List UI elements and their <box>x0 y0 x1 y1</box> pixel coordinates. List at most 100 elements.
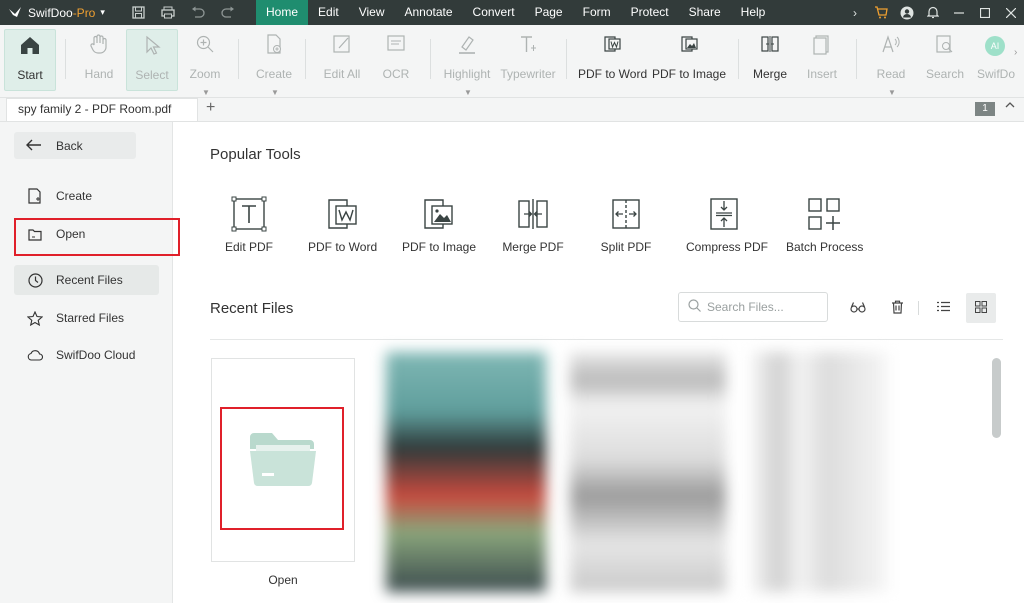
notification-bell-icon[interactable] <box>920 0 946 25</box>
list-view-button[interactable] <box>928 293 958 323</box>
menu-edit[interactable]: Edit <box>308 0 349 25</box>
search-placeholder: Search Files... <box>707 300 784 314</box>
pdf-to-word-icon <box>324 196 360 232</box>
tool-split-pdf[interactable]: Split PDF <box>596 196 656 254</box>
redo-icon[interactable] <box>220 5 236 21</box>
menu-share[interactable]: Share <box>679 0 731 25</box>
insert-page-icon <box>800 33 844 63</box>
select-tool-button[interactable]: Select <box>126 29 178 91</box>
recent-file-thumbnail[interactable] <box>752 352 888 592</box>
close-icon[interactable] <box>998 0 1024 25</box>
add-tab-icon[interactable]: + <box>206 99 215 117</box>
start-button[interactable]: Start <box>4 29 56 91</box>
tool-batch-process[interactable]: Batch Process <box>786 196 864 254</box>
maximize-icon[interactable] <box>972 0 998 25</box>
tool-pdf-to-word[interactable]: PDF to Word <box>308 196 377 254</box>
save-icon[interactable] <box>130 5 146 21</box>
sidebar-item-label: Starred Files <box>56 311 125 325</box>
menu-help[interactable]: Help <box>731 0 776 25</box>
collapse-ribbon-chevron-icon[interactable] <box>1005 101 1015 112</box>
app-logo[interactable]: SwifDoo -Pro ▾ <box>0 6 120 20</box>
highlighter-icon <box>440 33 494 63</box>
recent-file-thumbnail[interactable] <box>386 352 546 592</box>
sidebar-item-recent-files[interactable]: Recent Files <box>14 265 159 295</box>
hand-tool-button[interactable]: Hand <box>76 29 122 91</box>
menu-home[interactable]: Home <box>256 0 309 25</box>
user-account-icon[interactable] <box>894 0 920 25</box>
swifdoo-ai-button[interactable]: AI SwifDo <box>974 29 1016 91</box>
menu-annotate[interactable]: Annotate <box>395 0 463 25</box>
highlight-button[interactable]: Highlight ▼ <box>440 29 494 97</box>
clean-invalid-files-button[interactable] <box>843 293 873 323</box>
search-button[interactable]: Search <box>922 29 968 91</box>
insert-button[interactable]: Insert <box>800 29 844 91</box>
typewriter-label: Typewriter <box>500 67 556 81</box>
zoom-dropdown-caret-icon: ▼ <box>202 88 210 97</box>
ocr-scan-icon <box>374 33 418 63</box>
document-tab[interactable]: spy family 2 - PDF Room.pdf <box>6 98 198 121</box>
sidebar-item-starred-files[interactable]: Starred Files <box>14 303 159 333</box>
app-name: SwifDoo <box>28 5 73 20</box>
read-label: Read <box>876 67 906 81</box>
page-count-badge: 1 <box>975 102 995 116</box>
merge-icon <box>748 33 792 63</box>
print-icon[interactable] <box>160 5 176 21</box>
edit-all-button[interactable]: Edit All <box>318 29 366 91</box>
pdf-to-word-icon <box>578 33 646 63</box>
sidebar-item-label: SwifDoo Cloud <box>56 348 136 362</box>
insert-label: Insert <box>806 67 837 81</box>
sidebar-item-create[interactable]: Create <box>14 181 159 211</box>
tool-compress-pdf[interactable]: Compress PDF <box>686 196 768 254</box>
delete-button[interactable] <box>882 293 912 323</box>
pdf-to-image-button[interactable]: PDF to Image <box>652 29 726 91</box>
read-aloud-button[interactable]: Read ▼ <box>868 29 914 97</box>
grid-view-button[interactable] <box>966 293 996 323</box>
recent-file-thumbnail[interactable] <box>570 352 726 592</box>
menu-view[interactable]: View <box>349 0 395 25</box>
open-card-highlight-box <box>220 407 344 530</box>
read-aloud-icon <box>868 33 914 63</box>
create-button[interactable]: Create ▼ <box>250 29 298 97</box>
trash-icon <box>891 300 904 317</box>
hand-label: Hand <box>84 67 114 81</box>
ocr-label: OCR <box>382 67 410 81</box>
tool-edit-pdf[interactable]: Edit PDF <box>218 196 280 254</box>
create-document-icon <box>250 33 298 63</box>
menu-page[interactable]: Page <box>525 0 573 25</box>
tool-pdf-to-image[interactable]: PDF to Image <box>402 196 477 254</box>
typewriter-button[interactable]: Typewriter <box>500 29 556 91</box>
ocr-button[interactable]: OCR <box>374 29 418 91</box>
menu-convert[interactable]: Convert <box>463 0 525 25</box>
pdf-to-image-icon <box>420 196 456 232</box>
menu-protect[interactable]: Protect <box>621 0 679 25</box>
pdf-to-image-label: PDF to Image <box>652 67 727 81</box>
sidebar-item-label: Recent Files <box>56 273 123 287</box>
compress-pdf-icon <box>706 196 742 232</box>
more-menu-chevron-icon[interactable]: › <box>842 0 868 25</box>
ai-assistant-icon: AI <box>974 33 1016 63</box>
merge-button[interactable]: Merge <box>748 29 792 91</box>
tool-label: Batch Process <box>786 240 864 254</box>
minimize-icon[interactable] <box>946 0 972 25</box>
ribbon-divider <box>430 39 431 79</box>
search-files-input[interactable]: Search Files... <box>678 292 828 322</box>
back-button[interactable]: Back <box>14 132 136 159</box>
cart-icon[interactable] <box>868 0 894 25</box>
cursor-arrow-icon <box>127 34 177 64</box>
pdf-to-word-button[interactable]: PDF to Word <box>578 29 647 91</box>
sidebar-item-swifdoo-cloud[interactable]: SwifDoo Cloud <box>14 340 159 370</box>
recent-files-scrollbar[interactable] <box>992 358 1001 438</box>
tool-label: PDF to Image <box>402 240 477 254</box>
tool-merge-pdf[interactable]: Merge PDF <box>500 196 566 254</box>
ribbon-scroll-right-icon[interactable]: › <box>1014 47 1017 58</box>
split-pdf-icon <box>608 196 644 232</box>
app-menu-dropdown-icon[interactable]: ▾ <box>100 7 105 18</box>
highlight-label: Highlight <box>443 67 491 81</box>
menu-form[interactable]: Form <box>573 0 621 25</box>
start-sidebar: Back Create Open Recent Files Starred Fi… <box>0 122 173 603</box>
zoom-button[interactable]: Zoom ▼ <box>182 29 228 97</box>
ribbon-divider <box>856 39 857 79</box>
undo-icon[interactable] <box>190 5 206 21</box>
glasses-icon <box>850 301 866 316</box>
merge-pdf-icon <box>515 196 551 232</box>
